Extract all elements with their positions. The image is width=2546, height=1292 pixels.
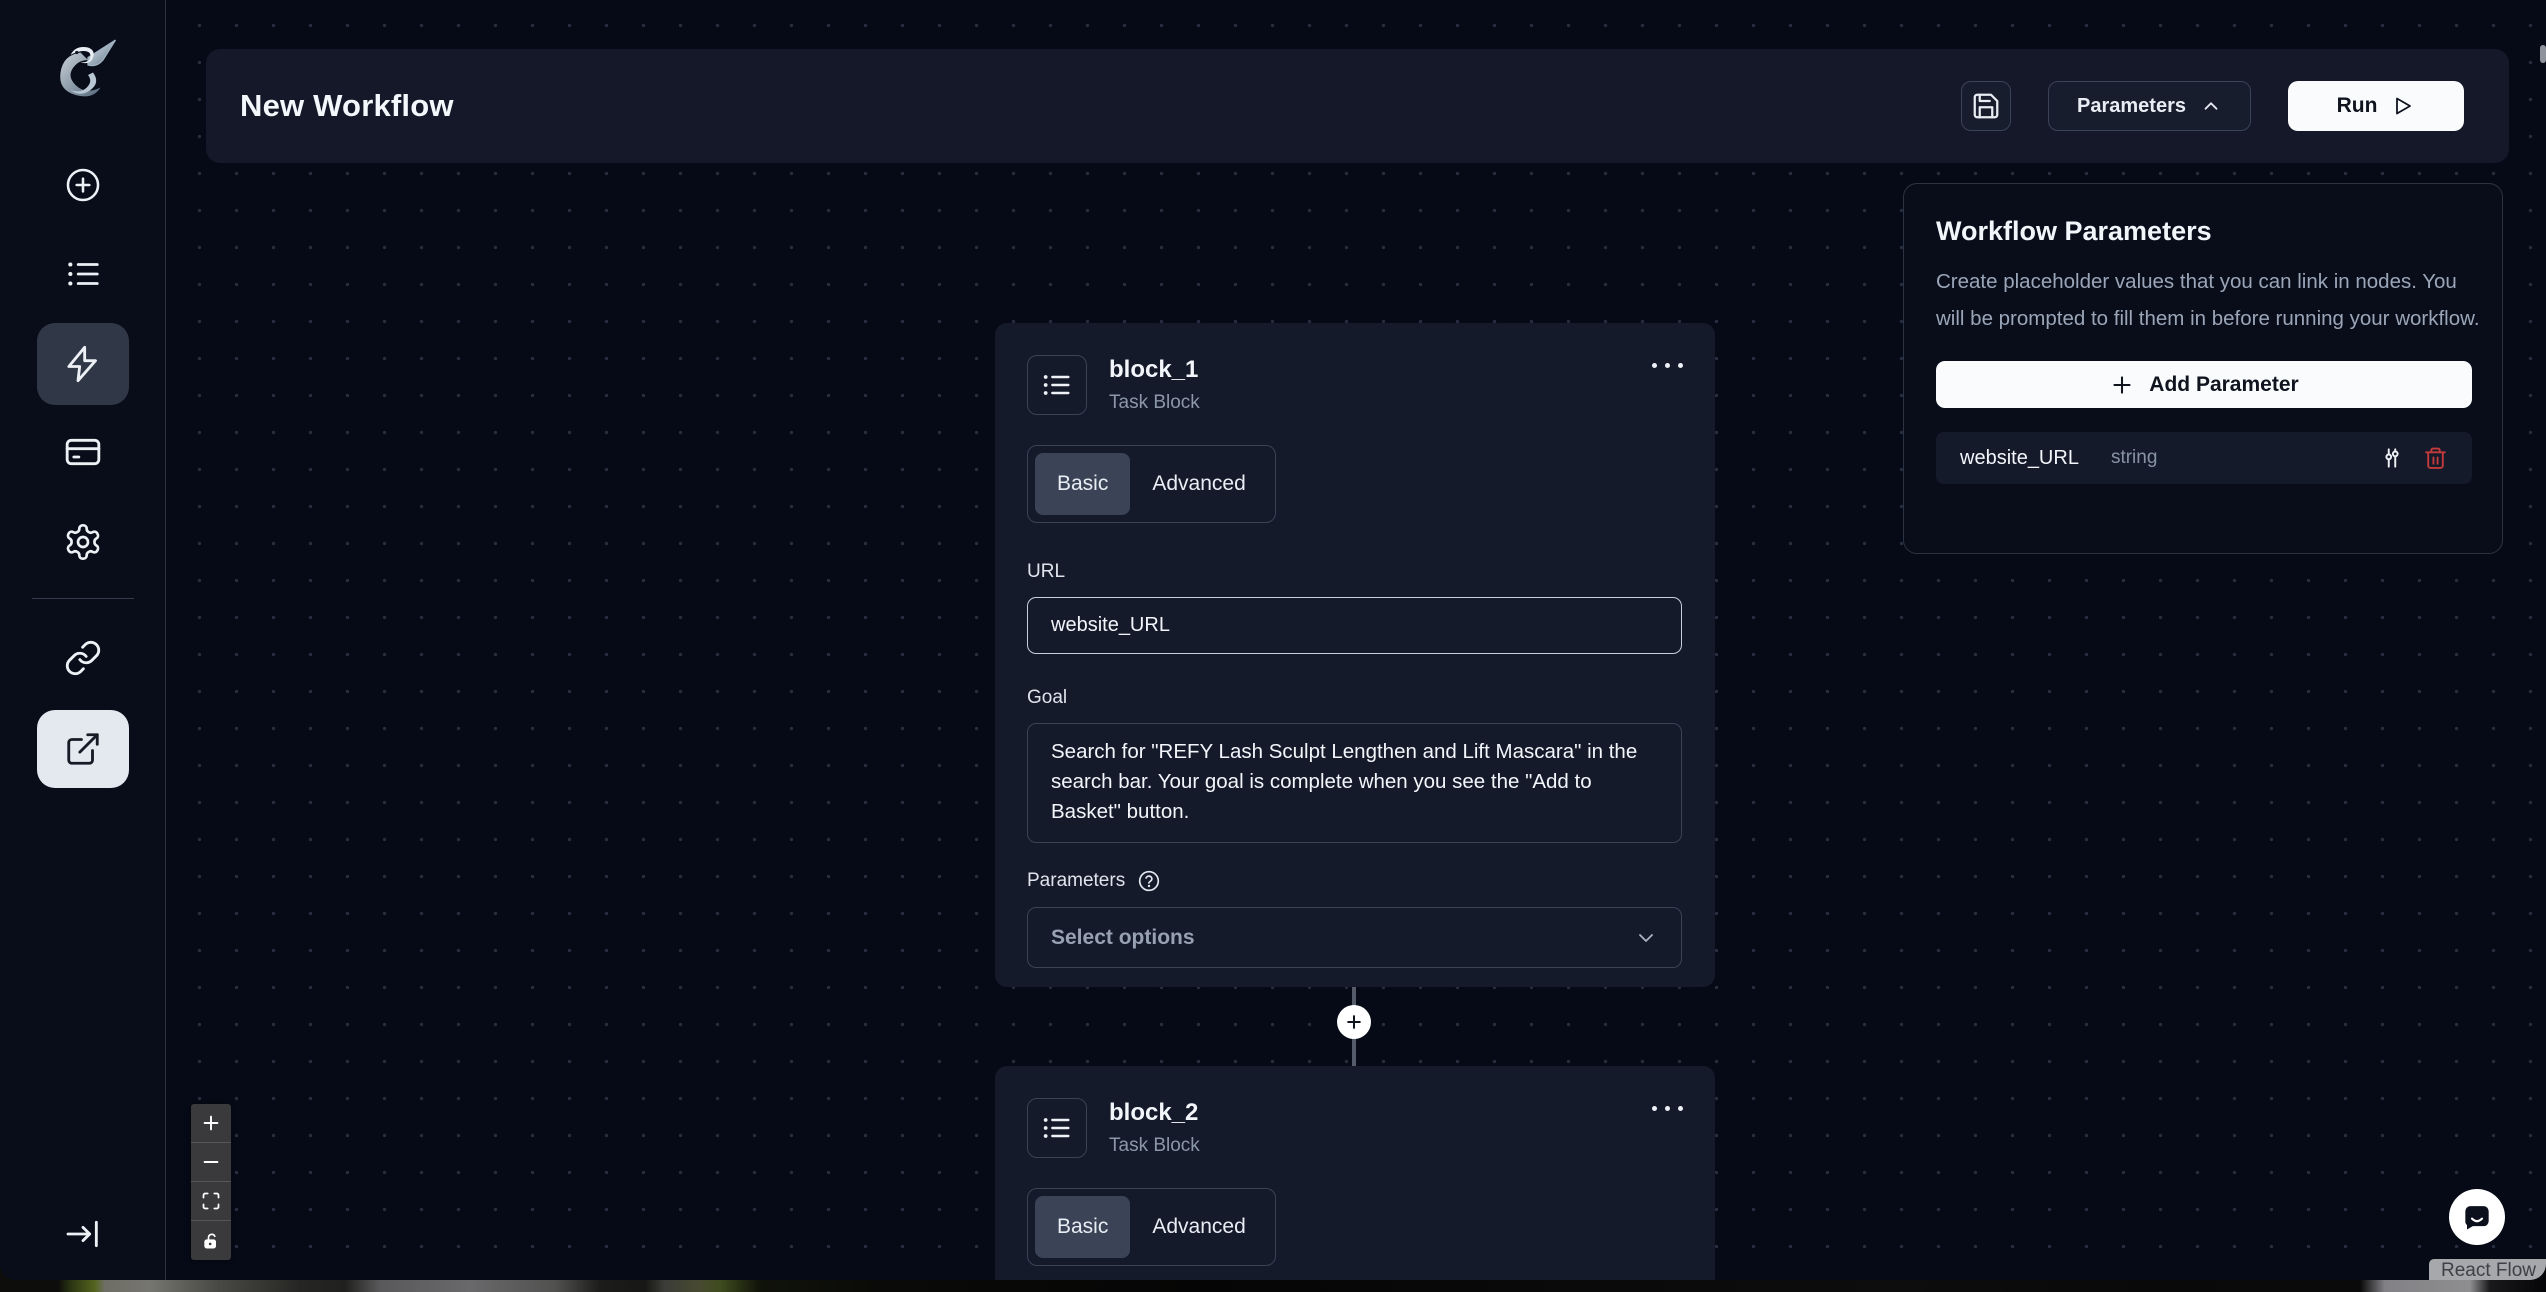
- zap-icon: [63, 344, 103, 384]
- settings-gear-icon[interactable]: [61, 520, 105, 564]
- url-field-label: URL: [1027, 561, 1683, 583]
- block-type-iconbox: [1027, 355, 1087, 415]
- workflow-parameters-panel: Workflow Parameters Create placeholder v…: [1903, 183, 2503, 554]
- block-type-iconbox: [1027, 1098, 1087, 1158]
- sidebar: [0, 0, 166, 1280]
- parameter-row: website_URL string: [1936, 432, 2472, 484]
- block-tabs: Basic Advanced: [1027, 1188, 1276, 1266]
- panel-title: Workflow Parameters: [1936, 216, 2470, 247]
- runs-list-icon[interactable]: [61, 252, 105, 296]
- tab-advanced[interactable]: Advanced: [1130, 1196, 1267, 1258]
- zoom-in-button[interactable]: [191, 1104, 231, 1143]
- run-label: Run: [2337, 94, 2378, 118]
- page-title: New Workflow: [240, 88, 454, 124]
- parameters-select[interactable]: Select options: [1027, 907, 1682, 968]
- block-tabs: Basic Advanced: [1027, 445, 1276, 523]
- goal-field-label: Goal: [1027, 687, 1683, 709]
- list-icon: [1041, 369, 1073, 401]
- sidebar-divider: [32, 598, 134, 599]
- block-title: block_1: [1109, 355, 1200, 385]
- vertical-scrollbar-thumb[interactable]: [2540, 45, 2546, 63]
- block-title: block_2: [1109, 1098, 1200, 1128]
- billing-icon[interactable]: [61, 430, 105, 474]
- app-window: New Workflow Parameters: [0, 0, 2546, 1280]
- panel-description: Create placeholder values that you can l…: [1936, 263, 2481, 337]
- react-flow-attribution-label: React Flow: [2441, 1260, 2536, 1280]
- tab-basic[interactable]: Basic: [1035, 453, 1130, 515]
- fit-view-button[interactable]: [191, 1182, 231, 1221]
- workflow-header: New Workflow Parameters: [206, 49, 2509, 163]
- plus-icon: [2109, 372, 2135, 398]
- parameter-type: string: [2111, 447, 2157, 469]
- screen: New Workflow Parameters: [0, 0, 2546, 1292]
- lock-interactivity-button[interactable]: [191, 1221, 231, 1260]
- delete-parameter-trash-icon[interactable]: [2423, 446, 2448, 471]
- canvas-controls: [191, 1104, 231, 1260]
- parameters-field-label-text: Parameters: [1027, 870, 1125, 892]
- parameters-select-placeholder: Select options: [1051, 926, 1195, 950]
- zoom-out-button[interactable]: [191, 1143, 231, 1182]
- add-block-between-button[interactable]: [1337, 1005, 1371, 1039]
- react-flow-attribution[interactable]: React Flow: [2429, 1259, 2546, 1280]
- save-floppy-icon: [1971, 91, 2001, 121]
- chevron-down-icon: [1634, 926, 1658, 950]
- help-circle-icon[interactable]: [1137, 869, 1161, 893]
- edit-parameter-sliders-icon[interactable]: [2379, 445, 2405, 471]
- block-menu-ellipsis[interactable]: [1652, 1098, 1683, 1111]
- play-icon: [2391, 94, 2415, 118]
- parameters-toggle-label: Parameters: [2077, 95, 2186, 118]
- workflow-canvas[interactable]: New Workflow Parameters: [166, 0, 2546, 1280]
- task-block-node-2[interactable]: block_2 Task Block Basic Advanced: [995, 1066, 1715, 1280]
- chat-smiley-icon: [2457, 1197, 2497, 1237]
- support-chat-button[interactable]: [2449, 1189, 2505, 1245]
- tab-advanced[interactable]: Advanced: [1130, 453, 1267, 515]
- skyvern-logo: [41, 28, 125, 112]
- list-icon: [1041, 1112, 1073, 1144]
- arrow-right-to-line-icon: [63, 1214, 103, 1254]
- create-workflow-icon[interactable]: [61, 163, 105, 207]
- task-block-node-1[interactable]: block_1 Task Block Basic Advanced URL Go…: [995, 323, 1715, 987]
- block-type-label: Task Block: [1109, 392, 1200, 414]
- external-link-icon: [64, 730, 102, 768]
- integrations-link-icon[interactable]: [61, 636, 105, 680]
- add-parameter-button[interactable]: Add Parameter: [1936, 361, 2472, 408]
- goal-textarea[interactable]: Search for "REFY Lash Sculpt Lengthen an…: [1027, 723, 1682, 843]
- parameters-toggle-button[interactable]: Parameters: [2048, 81, 2251, 131]
- expand-sidebar-button[interactable]: [59, 1210, 107, 1258]
- tab-basic[interactable]: Basic: [1035, 1196, 1130, 1258]
- add-parameter-label: Add Parameter: [2149, 373, 2298, 397]
- sidebar-item-open-external[interactable]: [37, 710, 129, 788]
- block-type-label: Task Block: [1109, 1135, 1200, 1157]
- parameters-field-label: Parameters: [1027, 869, 1683, 893]
- plus-icon: [1344, 1012, 1364, 1032]
- parameter-key: website_URL: [1960, 447, 2079, 470]
- chevron-up-icon: [2200, 95, 2222, 117]
- block-menu-ellipsis[interactable]: [1652, 355, 1683, 368]
- save-button[interactable]: [1961, 81, 2011, 131]
- url-input[interactable]: [1027, 597, 1682, 654]
- sidebar-item-workflows[interactable]: [37, 323, 129, 405]
- run-button[interactable]: Run: [2288, 81, 2464, 131]
